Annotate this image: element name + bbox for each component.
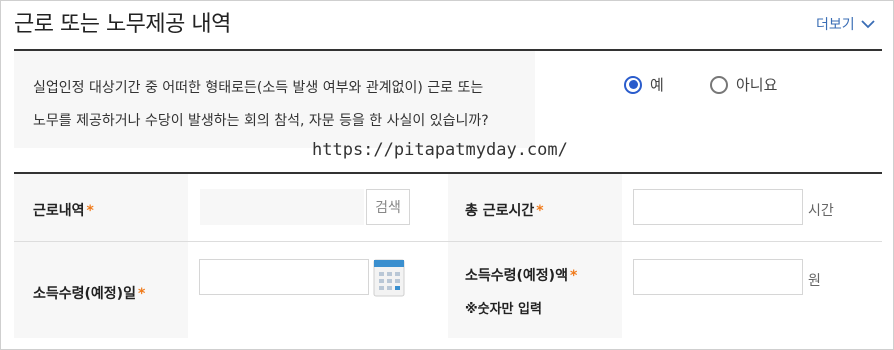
- required-mark: *: [137, 286, 146, 302]
- question-line-2: 노무를 제공하거나 수당이 발생하는 회의 참석, 자문 등을 한 사실이 있습…: [33, 113, 489, 129]
- required-mark: *: [569, 268, 578, 284]
- search-button[interactable]: 검색: [366, 189, 410, 225]
- radio-yes[interactable]: 예: [624, 74, 664, 95]
- radio-no-label: 아니요: [736, 76, 778, 94]
- won-unit: 원: [808, 273, 821, 289]
- income-amount-input[interactable]: [633, 259, 803, 295]
- radio-selected-icon: [624, 75, 642, 94]
- radio-unselected-icon: [710, 75, 728, 94]
- radio-yes-label: 예: [650, 76, 664, 94]
- question-line-1: 실업인정 대상기간 중 어떠한 형태로든(소득 발생 여부와 관계없이) 근로 …: [33, 80, 484, 96]
- required-mark: *: [536, 203, 544, 219]
- total-hours-label: 총 근로시간 *: [465, 203, 544, 219]
- label-cell: [448, 242, 622, 338]
- chevron-down-icon: [861, 20, 875, 29]
- calendar-icon[interactable]: [373, 259, 405, 297]
- hours-unit: 시간: [808, 203, 834, 219]
- numbers-only-note: ※숫자만 입력: [465, 302, 542, 317]
- work-history-label: 근로내역 *: [33, 203, 94, 219]
- answer-area: [535, 51, 882, 148]
- required-mark: *: [86, 203, 94, 219]
- section-title: 근로 또는 노무제공 내역: [14, 12, 231, 37]
- more-button[interactable]: 더보기: [816, 14, 875, 34]
- total-hours-input[interactable]: [633, 189, 803, 225]
- income-date-input[interactable]: [199, 259, 369, 295]
- income-amount-label: 소득수령(예정)액 *: [465, 268, 578, 284]
- more-label: 더보기: [816, 17, 855, 33]
- work-history-input[interactable]: [200, 189, 364, 225]
- watermark-text: https://pitapatmyday.com/: [312, 140, 568, 160]
- question-text: 실업인정 대상기간 중 어떠한 형태로든(소득 발생 여부와 관계없이) 근로 …: [33, 72, 533, 138]
- income-date-label: 소득수령(예정)일 *: [33, 286, 146, 302]
- radio-no[interactable]: 아니요: [710, 74, 777, 95]
